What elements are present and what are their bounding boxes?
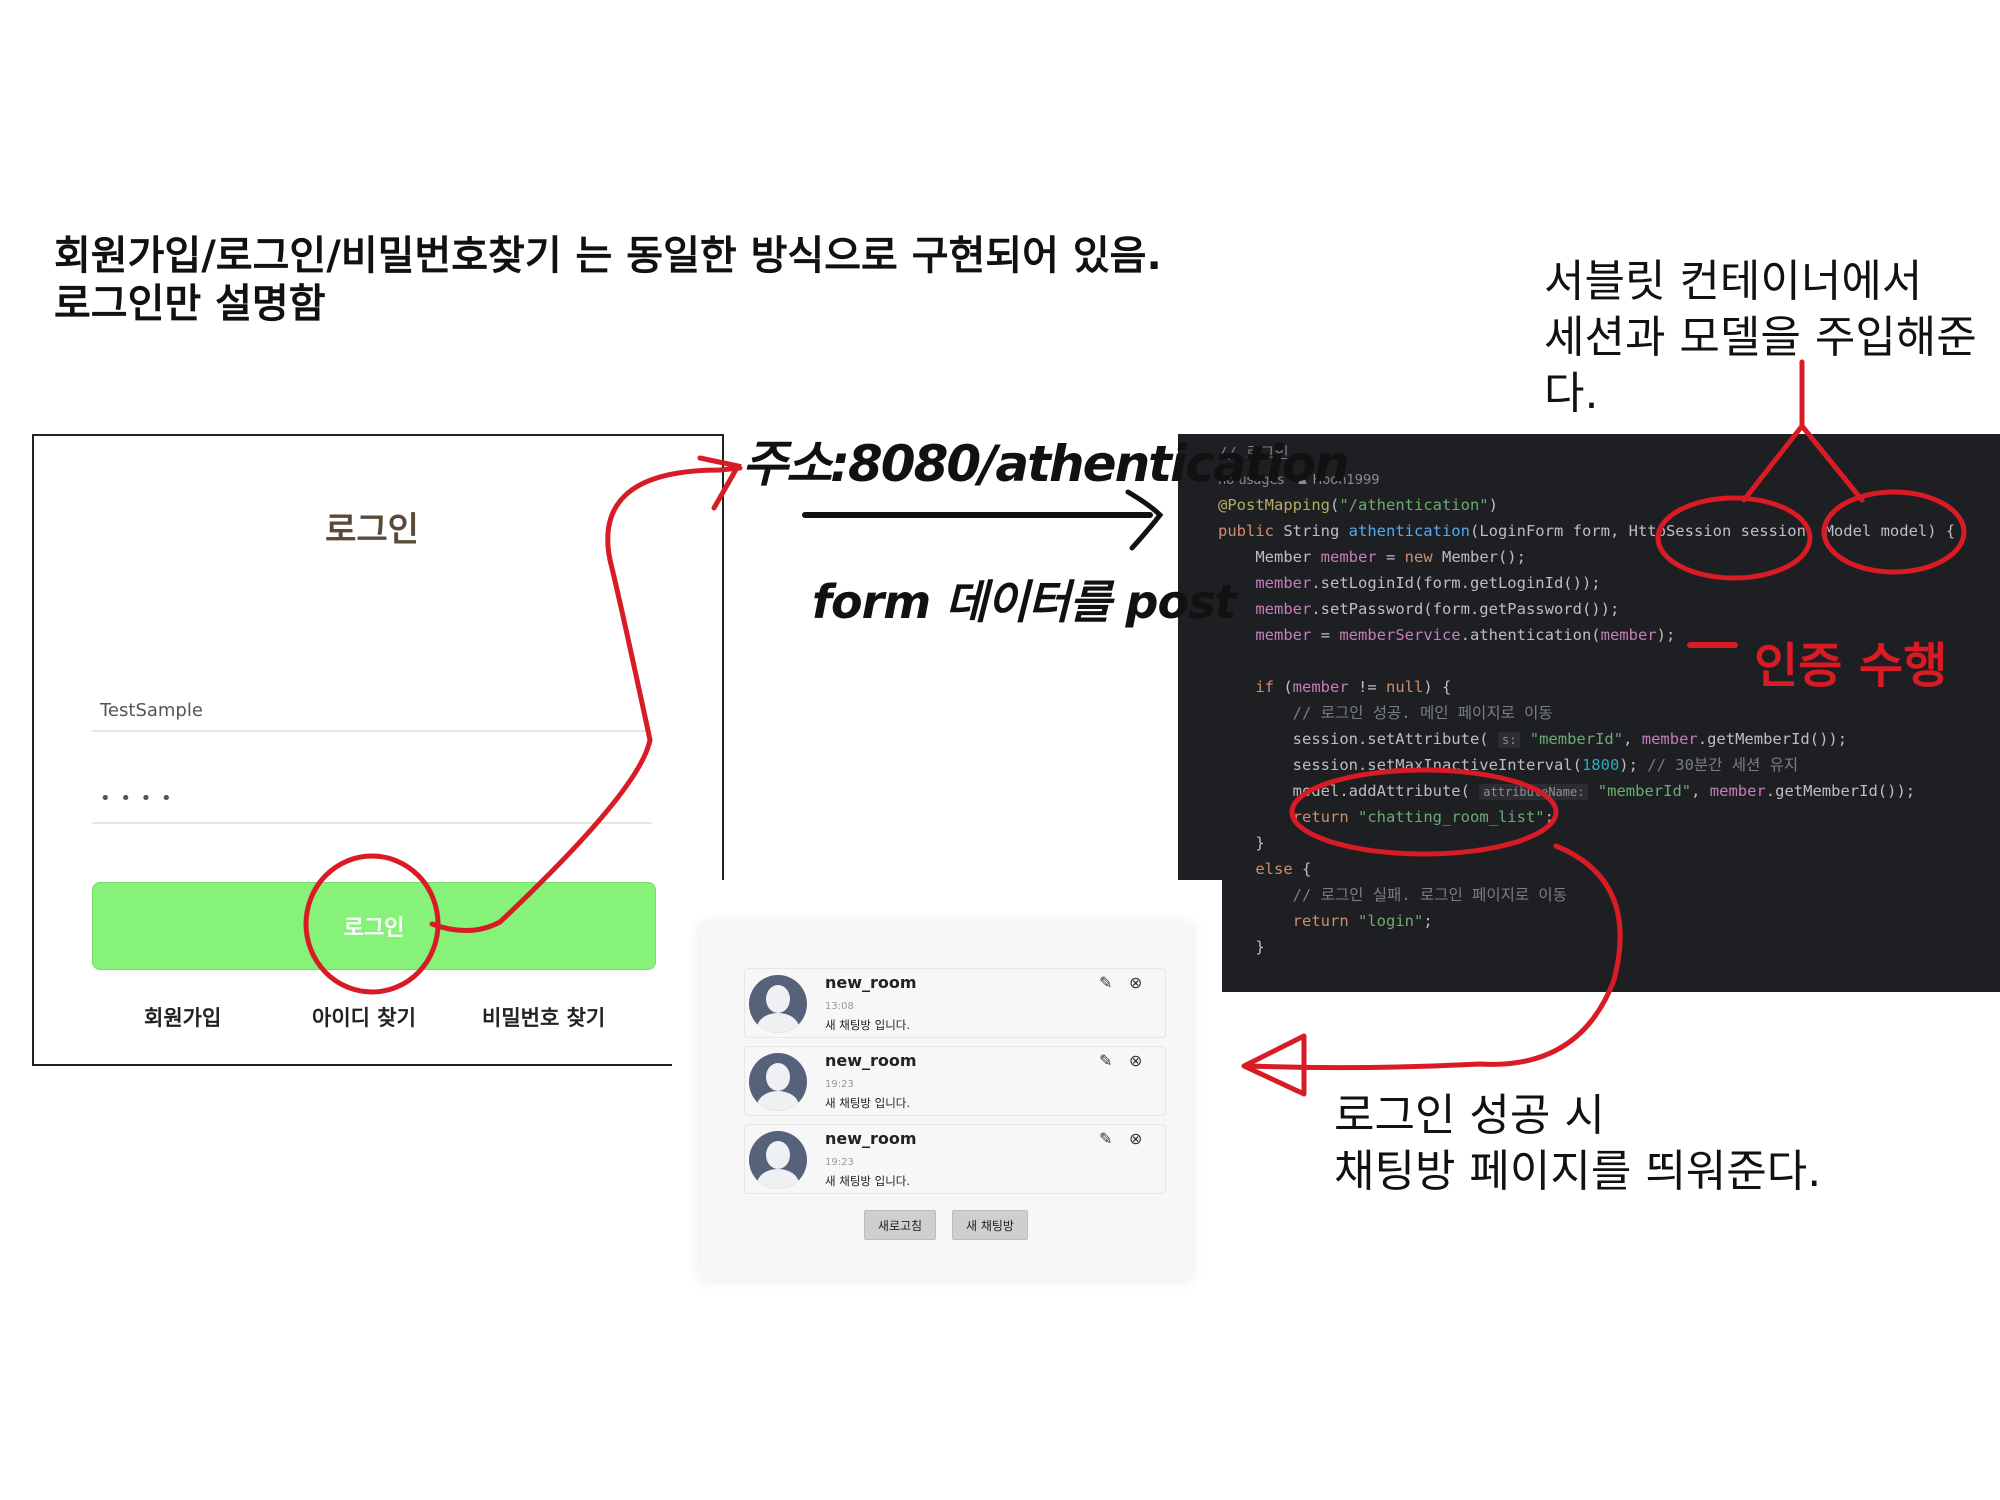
url-arrow-head (697, 455, 742, 511)
drawing-overlay (303, 359, 1967, 1097)
model-circle (1821, 489, 1967, 575)
servlet-note-arrow (1741, 359, 1865, 503)
session-circle (1655, 495, 1813, 581)
login-button-circle (303, 853, 441, 995)
login-to-url-curve (429, 465, 743, 934)
post-arrow-head (1125, 489, 1164, 551)
return-circle (1289, 767, 1559, 857)
